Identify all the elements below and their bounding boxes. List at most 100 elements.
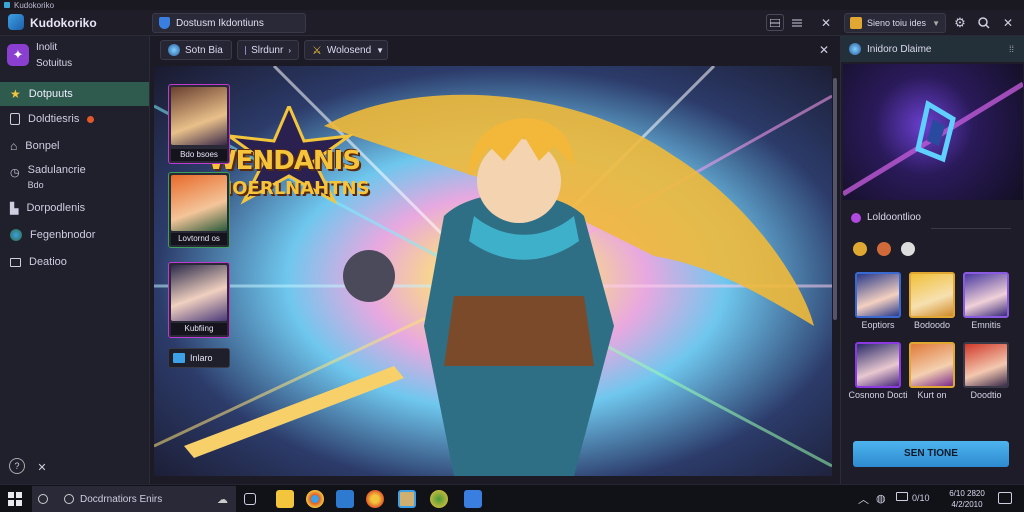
- star-badge-icon: ✦: [7, 44, 29, 66]
- hero-head: [477, 139, 561, 223]
- sidebar-item-fegenbnodor[interactable]: Fegenbnodor: [0, 223, 149, 247]
- sidebar-item-sadulancrie[interactable]: ◷ Sadulancrie Bdo: [0, 164, 149, 194]
- thumbnail-1[interactable]: Bdo bsoes: [168, 84, 230, 164]
- sidebar-item-dotpuuts[interactable]: ★ Dotpuuts: [0, 82, 149, 106]
- help-icon[interactable]: ?: [9, 458, 25, 474]
- game-icon[interactable]: [430, 490, 448, 508]
- chrome-icon[interactable]: [306, 490, 324, 508]
- hero-armor: [444, 296, 594, 366]
- badge-icon-1[interactable]: [853, 242, 867, 256]
- app-blue-icon[interactable]: [336, 490, 354, 508]
- taskbar-search[interactable]: Docdrnatiors Enirs ☁: [32, 486, 236, 512]
- clock-icon: ◷: [10, 167, 20, 179]
- active-app-icon[interactable]: [398, 490, 416, 508]
- search-placeholder: Docdrnatiors Enirs: [80, 493, 163, 505]
- section-title: Loldoontlioo: [867, 212, 921, 223]
- file-explorer-icon[interactable]: [276, 490, 294, 508]
- thumbnail-label: Kubfiing: [171, 323, 227, 335]
- section-divider: [931, 228, 1011, 229]
- search-icon[interactable]: [976, 15, 992, 31]
- badge-icon-2[interactable]: [877, 242, 891, 256]
- character-name: Cosnono Docti: [848, 390, 908, 400]
- thumbnail-label: Inlaro: [190, 353, 213, 363]
- canvas-scrollbar[interactable]: [833, 78, 837, 320]
- app-header: Kudokoriko Dostusm Ikdontiuns ✕ Sieno to…: [0, 10, 1024, 36]
- character-name: Bodoodo: [913, 320, 951, 330]
- sidebar-item-dorpodlenis[interactable]: ▙ Dorpodlenis: [0, 196, 149, 220]
- grid-icon[interactable]: ⁞⁞: [1009, 44, 1014, 54]
- character-portrait-6[interactable]: [963, 342, 1009, 388]
- thumbnail-label: Bdo bsoes: [171, 149, 227, 161]
- sidebar-item-doldtiesris[interactable]: Doldtiesris: [0, 107, 149, 131]
- preview-image[interactable]: [843, 64, 1023, 200]
- character-portrait-1[interactable]: [855, 272, 901, 318]
- character-name: Emnitis: [971, 320, 1001, 330]
- clock[interactable]: 6/10 2820 4/2/2010: [944, 488, 990, 510]
- character-portrait-3[interactable]: [963, 272, 1009, 318]
- network-icon[interactable]: ◍: [876, 492, 886, 505]
- thumbnail-image: [171, 87, 227, 145]
- sidebar-item-label: Fegenbnodor: [30, 229, 96, 241]
- sidebar-header-line2: Sotuitus: [36, 58, 73, 69]
- character-name: Kurt on: [917, 390, 947, 400]
- tray-chevron-icon[interactable]: ︿: [858, 491, 869, 507]
- document-tab[interactable]: Dostusm Ikdontiuns: [152, 13, 306, 33]
- settings-icon[interactable]: ⚙: [952, 15, 968, 31]
- keyboard-icon[interactable]: [896, 492, 908, 501]
- sidebar-item-label: Sadulancrie: [27, 164, 86, 176]
- chevron-down-icon: ▼: [932, 18, 940, 28]
- sidebar-item-label: Deatioo: [29, 256, 67, 268]
- character-portrait-4[interactable]: [855, 342, 901, 388]
- start-button[interactable]: [8, 492, 22, 506]
- document-icon: [10, 113, 20, 125]
- tools-icon[interactable]: ✕: [818, 15, 834, 31]
- crystal-emblem: [843, 81, 1023, 197]
- account-avatar-icon: [850, 17, 862, 29]
- right-panel-header: Inidoro Dlaime ⁞⁞: [841, 36, 1024, 62]
- thumbnail-label: Lovtornd os: [171, 233, 227, 245]
- tab-wolosend[interactable]: ⚔ Wolosend ▼: [304, 40, 388, 60]
- browser-icon[interactable]: [366, 490, 384, 508]
- sidebar-item-deatioo[interactable]: Deatioo: [0, 250, 149, 274]
- window-title: Kudokoriko: [14, 0, 55, 10]
- artwork-canvas[interactable]: WENDANIS PHOERLNAHTNS: [154, 66, 832, 476]
- folder-icon: [10, 257, 21, 267]
- thumbnail-2[interactable]: Lovtornd os: [168, 172, 230, 248]
- sidebar-item-bonpel[interactable]: ⌂ Bonpel: [0, 134, 149, 158]
- logo-title-line1: WENDANIS: [208, 146, 361, 176]
- clock-date: 4/2/2010: [951, 500, 983, 509]
- app-logo-icon[interactable]: [8, 14, 24, 30]
- notifications-icon[interactable]: [998, 492, 1012, 504]
- thumbnail-3[interactable]: Kubfiing: [168, 262, 230, 338]
- close-panel-icon[interactable]: ✕: [816, 42, 832, 58]
- account-dropdown[interactable]: Sieno toiu ides ▼: [844, 13, 946, 33]
- right-panel-title: Inidoro Dlaime: [867, 43, 932, 55]
- character-portrait-2[interactable]: [909, 272, 955, 318]
- menu-icon[interactable]: [788, 14, 806, 31]
- globe-icon: [10, 229, 22, 241]
- notification-dot-icon: [87, 115, 95, 123]
- sidebar: ✦ Inolit Sotuitus ★ Dotpuuts Doldtiesris…: [0, 36, 150, 484]
- chevron-right-icon: ›: [288, 45, 291, 55]
- clock-time: 6/10 2820: [949, 489, 985, 498]
- tab-slrdunr[interactable]: Slrdunr ›: [237, 40, 299, 60]
- action-button[interactable]: SEN TIONE: [853, 441, 1009, 467]
- thumbnail-4[interactable]: Inlaro: [168, 348, 230, 368]
- task-view-icon[interactable]: [244, 493, 256, 505]
- sidebar-item-label: Dotpuuts: [28, 88, 73, 100]
- sidebar-item-label: Bonpel: [25, 140, 60, 152]
- thumbnail-image: [171, 175, 227, 231]
- badge-icon-3[interactable]: [901, 242, 915, 256]
- tab-sotn-bia[interactable]: Sotn Bia: [160, 40, 232, 60]
- thumbnail-image: [171, 265, 227, 321]
- cloud-icon: ☁: [217, 493, 228, 506]
- character-portrait-5[interactable]: [909, 342, 955, 388]
- home-icon: ⌂: [10, 139, 18, 153]
- star-icon: ★: [10, 87, 21, 101]
- shuffle-icon[interactable]: ✕: [34, 459, 50, 475]
- character-name: Doodtio: [970, 390, 1002, 400]
- store-icon[interactable]: [464, 490, 482, 508]
- close-window-icon[interactable]: ✕: [1000, 15, 1016, 31]
- layout-icon[interactable]: [766, 14, 784, 31]
- characters-section-title: Loldoontlioo: [851, 212, 921, 223]
